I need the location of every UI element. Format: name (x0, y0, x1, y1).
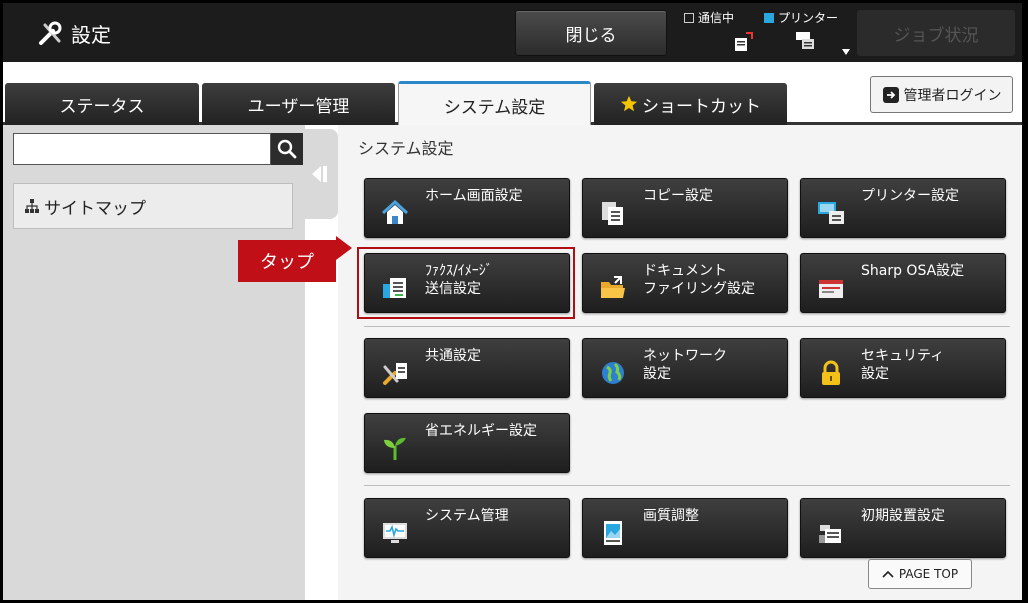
tile-label: 画質調整 (643, 508, 699, 524)
home-screen-settings-tile[interactable]: ホーム画面設定 (364, 178, 570, 238)
copy-settings-tile[interactable]: コピー設定 (582, 178, 788, 238)
section-divider (364, 485, 1010, 486)
document-filing-settings-tile[interactable]: ドキュメント ファイリング設定 (582, 253, 788, 313)
section-divider (364, 326, 1010, 327)
comm-indicator (684, 12, 694, 23)
printer-indicator (764, 12, 774, 23)
callout-arrow (336, 236, 352, 260)
tile-label: システム管理 (425, 508, 509, 524)
header-bar: 設定 閉じる 通信中 プリンター ジョブ状況 (3, 3, 1022, 62)
comm-status: 通信中 (684, 9, 734, 26)
close-button[interactable]: 閉じる (515, 10, 667, 56)
page-top-button[interactable]: PAGE TOP (868, 559, 972, 589)
printer-settings-tile[interactable]: プリンター設定 (800, 178, 1006, 238)
energy-saving-settings-tile[interactable]: 省エネルギー設定 (364, 413, 570, 473)
tap-callout: タップ (238, 240, 336, 282)
image-quality-icon (604, 521, 622, 545)
lock-icon (822, 360, 840, 385)
tab-shortcut-label: ショートカット (642, 96, 761, 117)
printer-icon (818, 202, 844, 224)
collapse-left-icon (312, 166, 327, 182)
system-management-tile[interactable]: システム管理 (364, 498, 570, 558)
sidebar: サイトマップ (3, 125, 305, 600)
star-icon (620, 95, 638, 112)
printer-status-label: プリンター (778, 11, 839, 25)
common-settings-tile[interactable]: 共通設定 (364, 338, 570, 398)
tab-user-management-label: ユーザー管理 (247, 96, 350, 117)
tab-system-settings-label: システム設定 (443, 97, 546, 118)
tile-label: ドキュメント ファイリング設定 (643, 263, 755, 297)
sharp-osa-settings-tile[interactable]: Sharp OSA設定 (800, 253, 1006, 313)
sprout-icon (384, 437, 406, 460)
tab-status-label: ステータス (59, 96, 145, 117)
network-settings-tile[interactable]: ネットワーク 設定 (582, 338, 788, 398)
tab-user-management[interactable]: ユーザー管理 (202, 83, 395, 125)
tab-status[interactable]: ステータス (5, 83, 199, 125)
osa-icon (819, 280, 843, 298)
tile-label: ホーム画面設定 (425, 188, 523, 204)
printer-status: プリンター (764, 9, 838, 26)
tab-system-settings[interactable]: システム設定 (398, 81, 591, 126)
comm-status-label: 通信中 (698, 11, 735, 25)
security-settings-tile[interactable]: セキュリティ 設定 (800, 338, 1006, 398)
login-icon (882, 86, 899, 103)
sidebar-item-sitemap-label: サイトマップ (44, 198, 146, 219)
tools-icon (39, 21, 62, 45)
tap-highlight-frame (357, 247, 575, 319)
main-content: システム設定 ホーム画面設定 コピー設定 プリンター設定 ﾌｧｸｽ/ｲﾒｰｼﾞ … (338, 125, 1022, 600)
dropdown-arrow-icon[interactable] (842, 49, 850, 55)
image-quality-adjustment-tile[interactable]: 画質調整 (582, 498, 788, 558)
tab-shortcut[interactable]: ショートカット (594, 83, 787, 125)
folder-icon (601, 276, 625, 298)
tools-icon (383, 363, 407, 385)
copy-icon (602, 202, 623, 225)
machine-icon (819, 525, 841, 543)
sidebar-collapse-toggle[interactable] (305, 129, 338, 219)
settings-window: 設定 閉じる 通信中 プリンター ジョブ状況 ステータス ユーザー管理 システム… (3, 3, 1022, 600)
page-top-label: PAGE TOP (898, 567, 959, 581)
tile-label: 省エネルギー設定 (425, 423, 537, 439)
globe-icon (602, 362, 624, 384)
tile-label: セキュリティ 設定 (861, 348, 945, 382)
chevron-up-icon (882, 570, 894, 578)
header-title: 設定 (37, 19, 111, 48)
page-title: システム設定 (358, 139, 454, 158)
tile-label: 共通設定 (425, 348, 481, 364)
header-title-text: 設定 (71, 23, 111, 47)
sitemap-icon (25, 199, 39, 213)
initial-setup-settings-tile[interactable]: 初期設置設定 (800, 498, 1006, 558)
tile-label: 初期設置設定 (861, 508, 945, 524)
tile-label: プリンター設定 (861, 188, 959, 204)
job-status-button: ジョブ状況 (857, 10, 1015, 56)
tile-label: Sharp OSA設定 (861, 263, 965, 279)
search-input[interactable] (13, 133, 271, 165)
monitor-icon (383, 523, 407, 543)
sidebar-item-sitemap[interactable]: サイトマップ (13, 183, 293, 229)
search-icon (277, 139, 297, 159)
tile-label: ネットワーク 設定 (643, 348, 727, 382)
printer-job-icon (796, 32, 814, 49)
fax-job-icon (735, 32, 753, 51)
status-indicators: 通信中 プリンター (684, 9, 854, 59)
tile-label: コピー設定 (643, 188, 713, 204)
admin-login-button[interactable]: 管理者ログイン (870, 76, 1013, 113)
home-icon (381, 199, 409, 224)
search-button[interactable] (271, 133, 303, 165)
admin-login-label: 管理者ログイン (903, 87, 1002, 104)
